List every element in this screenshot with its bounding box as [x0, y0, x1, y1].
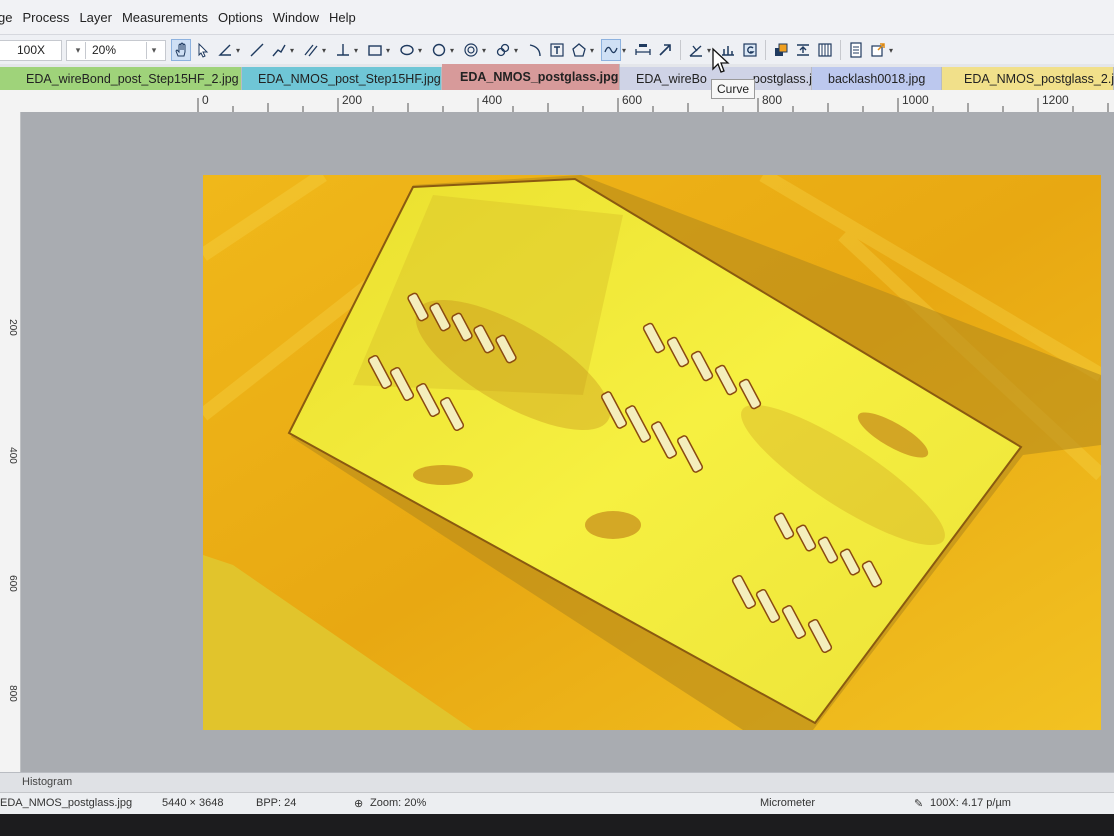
curve-tool-dropdown-icon[interactable]: ▾	[622, 46, 630, 55]
polygon-tool-dropdown-icon[interactable]: ▾	[590, 46, 598, 55]
rectangle-tool-icon[interactable]	[365, 39, 385, 61]
hand-tool-icon[interactable]	[171, 39, 191, 61]
tab-label: EDA_NMOS_postglass_2.jpg	[964, 71, 1114, 86]
ruler-label: 400	[6, 447, 18, 464]
calibration-pen-icon: ✎	[914, 798, 924, 810]
polygon-tool-icon[interactable]	[569, 39, 589, 61]
angle-tool-icon[interactable]	[215, 39, 235, 61]
status-zoom: Zoom: 20%	[370, 797, 427, 809]
ruler-label: 600	[622, 93, 643, 107]
horizontal-ruler: 0 200 400 600 800 1000 1200	[0, 90, 1114, 113]
link-circles-dropdown-icon[interactable]: ▾	[514, 46, 522, 55]
magnification-value: 100X	[17, 43, 46, 57]
magnification-select[interactable]: 100X	[0, 39, 62, 61]
toolbar-separator	[765, 40, 766, 60]
perpendicular-icon[interactable]	[333, 39, 353, 61]
ruler-label: 800	[762, 93, 783, 107]
die-micrograph	[203, 175, 1101, 730]
tab-nmos-postglass-2[interactable]: EDA_NMOS_postglass_2.jpg	[942, 67, 1114, 90]
arrow-annotation-icon[interactable]	[655, 39, 675, 61]
export-icon[interactable]	[868, 39, 888, 61]
ellipse-tool-icon[interactable]	[397, 39, 417, 61]
menu-process[interactable]: Process	[22, 10, 79, 25]
parallel-lines-dropdown-icon[interactable]: ▾	[322, 46, 330, 55]
ruler-label: 0	[202, 93, 209, 107]
circle-tool-icon[interactable]	[429, 39, 449, 61]
ruler-label: 600	[6, 575, 18, 592]
mouse-pointer-icon	[712, 47, 730, 73]
menu-help[interactable]: Help	[329, 10, 366, 25]
tab-nmos-postglass[interactable]: EDA_NMOS_postglass.jpg	[442, 64, 620, 90]
tab-label: backlash0018.jpg	[828, 71, 926, 86]
tab-nmos-step15hf[interactable]: EDA_NMOS_post_Step15HF.jpg	[242, 67, 442, 90]
ruler-ticks	[197, 98, 1109, 112]
tab-backlash0018[interactable]: backlash0018.jpg	[812, 67, 942, 90]
monitor-bezel	[0, 814, 1114, 836]
menu-window[interactable]: Window	[273, 10, 329, 25]
ellipse-tool-dropdown-icon[interactable]: ▾	[418, 46, 426, 55]
concentric-circles-icon[interactable]	[461, 39, 481, 61]
tab-label: EDA_wireBo	[636, 71, 707, 86]
perpendicular-dropdown-icon[interactable]: ▾	[354, 46, 362, 55]
text-tool-icon[interactable]	[547, 39, 567, 61]
tab-wirebond-step15hf-2[interactable]: EDA_wireBond_post_Step15HF_2.jpg	[0, 67, 242, 90]
graphics-icon[interactable]	[740, 39, 760, 61]
line-tool-icon[interactable]	[247, 39, 267, 61]
menu-layer[interactable]: Layer	[79, 10, 122, 25]
histogram-label: Histogram	[22, 776, 73, 788]
ruler-label: 400	[482, 93, 503, 107]
layer-stack-icon[interactable]	[771, 39, 791, 61]
curve-tooltip: Curve	[711, 79, 756, 99]
zoom-select[interactable]: ▾ 20% ▾	[66, 39, 166, 61]
menu-options[interactable]: Options	[218, 10, 273, 25]
microscope-image[interactable]	[203, 175, 1101, 730]
status-bpp: BPP: 24	[256, 797, 297, 809]
vertical-ruler: 200 400 600 800	[0, 112, 21, 772]
status-dimensions: 5440 × 3648	[162, 797, 224, 809]
scale-bar-icon[interactable]	[633, 39, 653, 61]
status-calibration[interactable]: 100X: 4.17 p/µm	[930, 797, 1011, 809]
polyline-tool-icon[interactable]	[269, 39, 289, 61]
zoom-value: 20%	[92, 43, 117, 57]
ruler-label: 1200	[1042, 93, 1069, 107]
document-tabs: EDA_wireBond_post_Step15HF_2.jpg EDA_NMO…	[0, 64, 1114, 90]
parallel-lines-icon[interactable]	[301, 39, 321, 61]
histogram-panel-tab[interactable]: Histogram	[0, 772, 1114, 793]
tab-label: EDA_wireBond_post_Step15HF_2.jpg	[26, 71, 239, 86]
status-filename: EDA_NMOS_postglass.jpg	[0, 797, 133, 809]
toolbar-separator	[840, 40, 841, 60]
link-circles-icon[interactable]	[493, 39, 513, 61]
menu-image[interactable]: ge	[0, 10, 22, 25]
tab-label: EDA_NMOS_post_Step15HF.jpg	[258, 71, 441, 86]
ruler-label: 800	[6, 685, 18, 702]
menu-measurements[interactable]: Measurements	[122, 10, 218, 25]
zoom-dropdown-arrow-icon[interactable]: ▾	[146, 41, 161, 59]
toolbar-separator	[680, 40, 681, 60]
report-icon[interactable]	[846, 39, 866, 61]
angle-tool-dropdown-icon[interactable]: ▾	[236, 46, 244, 55]
ruler-label: 200	[6, 319, 18, 336]
export-dropdown-icon[interactable]: ▾	[889, 46, 897, 55]
rectangle-tool-dropdown-icon[interactable]: ▾	[386, 46, 394, 55]
data-table-icon[interactable]	[815, 39, 835, 61]
status-bar: EDA_NMOS_postglass.jpg 5440 × 3648 BPP: …	[0, 792, 1114, 815]
polyline-tool-dropdown-icon[interactable]: ▾	[290, 46, 298, 55]
circle-tool-dropdown-icon[interactable]: ▾	[450, 46, 458, 55]
select-arrow-icon[interactable]	[193, 39, 213, 61]
arc-tool-icon[interactable]	[525, 39, 545, 61]
zoom-icon: ⊕	[354, 798, 364, 810]
align-icon[interactable]	[793, 39, 813, 61]
menu-bar: ge Process Layer Measurements Options Wi…	[0, 0, 1114, 34]
ruler-label: 1000	[902, 93, 929, 107]
status-unit[interactable]: Micrometer	[760, 797, 815, 809]
ruler-label: 200	[342, 93, 363, 107]
curve-tool-icon[interactable]	[601, 39, 621, 61]
zoom-dropdown-icon[interactable]: ▾	[71, 41, 86, 59]
toolbar: 100X ▾ 20% ▾ ▾ ▾ ▾ ▾ ▾ ▾ ▾ ▾ ▾ ▾ ▾ ▾ ▾	[0, 34, 1114, 65]
tab-label: EDA_NMOS_postglass.jpg	[460, 70, 619, 84]
measure-settings-icon[interactable]	[686, 39, 706, 61]
concentric-circles-dropdown-icon[interactable]: ▾	[482, 46, 490, 55]
